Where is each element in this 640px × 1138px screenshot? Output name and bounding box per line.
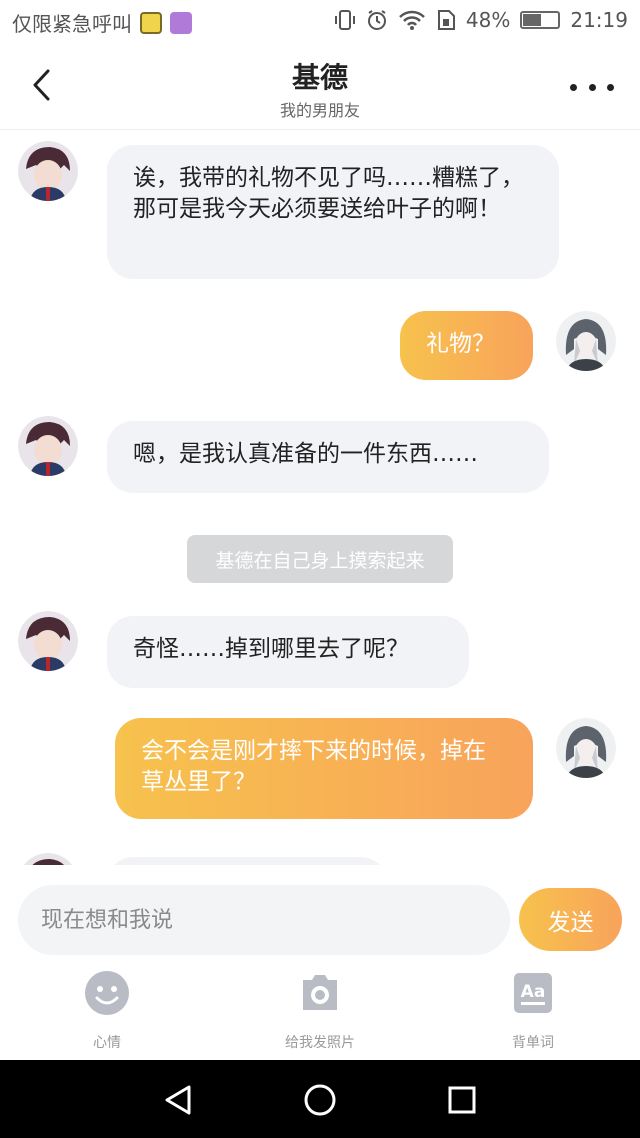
message-bubble-outgoing: 礼物？ [400, 311, 533, 380]
status-left: 仅限紧急呼叫 [12, 8, 192, 37]
contact-avatar-image [24, 853, 72, 865]
message-input-bar: 发送 [0, 865, 640, 960]
user-avatar-image [556, 311, 616, 371]
user-avatar[interactable] [556, 311, 616, 371]
contact-avatar[interactable] [18, 853, 78, 865]
user-avatar[interactable] [556, 718, 616, 778]
send-photo-button[interactable]: 给我发照片 [260, 970, 380, 1056]
contact-avatar[interactable] [18, 611, 78, 671]
battery-icon [520, 11, 561, 29]
message-bubble-incoming: 诶，我带的礼物不见了吗……糟糕了，那可是我今天必须要送给叶子的啊！ [107, 145, 559, 279]
message-bubble-incoming: 奇怪……掉到哪里去了呢？ [107, 616, 469, 688]
contact-avatar[interactable] [18, 416, 78, 476]
triangle-back-icon [165, 1085, 191, 1115]
camera-icon [303, 975, 337, 1010]
vibrate-icon [334, 10, 355, 30]
send-button[interactable]: 发送 [519, 888, 622, 951]
circle-home-icon [304, 1084, 336, 1116]
more-options-button[interactable] [570, 72, 614, 102]
status-right: 48% 21:19 [334, 8, 628, 32]
message-bubble-outgoing: 会不会是刚才摔下来的时候，掉在草丛里了？ [115, 718, 533, 819]
contact-avatar[interactable] [18, 141, 78, 201]
more-dot [607, 83, 614, 91]
contact-avatar-image [18, 141, 78, 201]
user-avatar-image [556, 718, 616, 778]
message-input[interactable] [18, 885, 510, 955]
wifi-icon [399, 10, 425, 30]
contact-avatar-image [18, 416, 78, 476]
clock: 21:19 [570, 8, 628, 32]
square-recents-icon [448, 1086, 476, 1114]
svg-text:Aa: Aa [521, 982, 546, 1002]
smiley-icon [85, 971, 129, 1015]
nav-back-button[interactable] [158, 1080, 198, 1120]
vocabulary-icon: Aa [514, 973, 552, 1013]
battery-percent: 48% [465, 8, 511, 32]
contact-relation: 我的男朋友 [279, 101, 360, 120]
sim-icon [437, 10, 455, 30]
more-dot [570, 83, 577, 91]
battery-level [523, 14, 541, 26]
notification-icon [140, 11, 162, 34]
message-bubble-incoming: 嗯，是我认真准备的一件东西…… [107, 421, 549, 493]
carrier-text: 仅限紧急呼叫 [12, 12, 132, 36]
send-photo-label: 给我发照片 [285, 1035, 355, 1051]
chat-area[interactable]: 诶，我带的礼物不见了吗……糟糕了，那可是我今天必须要送给叶子的啊！ 礼物？ 嗯，… [0, 131, 640, 865]
vocab-button[interactable]: Aa 背单词 [473, 970, 593, 1056]
system-message: 基德在自己身上摸索起来 [187, 535, 453, 583]
vocab-label: 背单词 [512, 1035, 554, 1051]
chat-header: 基德 我的男朋友 [0, 44, 640, 130]
feature-toolbar: 心情 给我发照片 Aa 背单词 [0, 960, 640, 1060]
alarm-icon [367, 10, 386, 30]
message-bubble-incoming-partial [107, 857, 387, 865]
contact-avatar-image [18, 611, 78, 671]
system-navigation-bar [0, 1060, 640, 1138]
more-dot [588, 83, 596, 91]
contact-name: 基德 [291, 61, 348, 94]
mood-button[interactable]: 心情 [47, 970, 167, 1056]
nav-home-button[interactable] [300, 1080, 340, 1120]
nav-recents-button[interactable] [442, 1080, 482, 1120]
gallery-icon [170, 11, 192, 34]
status-bar: 仅限紧急呼叫 48% 21:19 [0, 0, 640, 44]
mood-label: 心情 [93, 1035, 121, 1051]
